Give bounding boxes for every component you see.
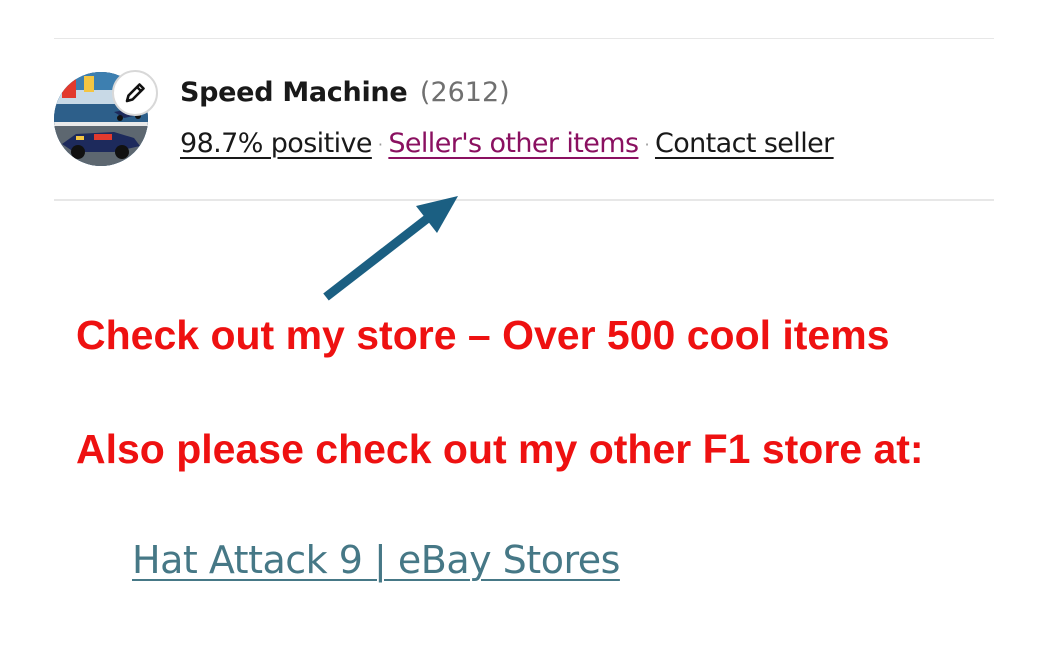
- ebay-store-link[interactable]: Hat Attack 9 | eBay Stores: [132, 536, 620, 584]
- promo-line-store: Check out my store – Over 500 cool items: [76, 312, 890, 358]
- promo-line-other-store: Also please check out my other F1 store …: [76, 426, 924, 472]
